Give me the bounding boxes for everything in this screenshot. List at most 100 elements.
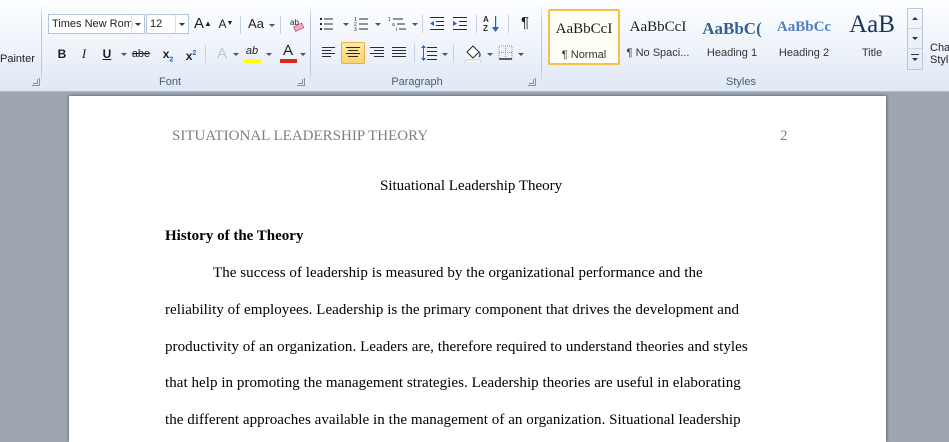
italic-button[interactable]: I — [74, 43, 94, 65]
align-right-button[interactable] — [369, 46, 385, 60]
styles-gallery: AaBbCcI ¶ Normal AaBbCcI ¶ No Spaci... A… — [546, 6, 906, 70]
toolbar-separator — [422, 15, 423, 33]
chevron-down-icon[interactable] — [269, 24, 275, 27]
chevron-down-icon[interactable] — [442, 53, 448, 56]
sort-icon: A Z — [483, 15, 499, 33]
font-size-value: 12 — [150, 18, 163, 30]
highlight-button[interactable]: ab — [242, 40, 262, 63]
format-painter-button[interactable]: Painter — [0, 53, 35, 65]
change-styles-label: Cha Styl — [930, 42, 949, 66]
underline-button[interactable]: U — [97, 43, 117, 65]
font-size-combo[interactable]: 12 — [146, 14, 189, 34]
document-title: Situational Leadership Theory — [380, 178, 563, 194]
highlighter-icon: ab — [245, 45, 259, 57]
decrease-indent-button[interactable] — [430, 16, 448, 32]
clear-formatting-button[interactable]: ab — [289, 15, 306, 32]
justify-button[interactable] — [391, 46, 407, 60]
line-spacing-button[interactable] — [421, 44, 439, 62]
font-dialog-launcher[interactable] — [297, 78, 305, 86]
clipboard-dialog-launcher[interactable] — [32, 78, 40, 86]
svg-text:A: A — [483, 15, 489, 24]
chevron-down-icon[interactable] — [266, 53, 272, 56]
font-name-combo[interactable]: Times New Rom — [48, 14, 145, 34]
strikethrough-button[interactable]: abe — [131, 43, 151, 65]
font-group-label: Font — [158, 76, 181, 88]
change-styles-button[interactable]: Cha Styl — [926, 14, 949, 72]
strikethrough-label: abe — [131, 48, 151, 60]
subscript-button[interactable]: x2 — [158, 43, 178, 65]
text-effects-button[interactable]: A — [212, 43, 232, 65]
italic-label: I — [81, 46, 87, 61]
align-center-icon — [346, 47, 360, 57]
numbering-icon: 123 — [354, 17, 368, 33]
shading-button[interactable] — [463, 43, 483, 64]
chevron-down-icon[interactable] — [375, 23, 381, 26]
pilcrow-icon: ¶ — [520, 14, 530, 31]
change-styles-label-line2: Styl — [930, 54, 949, 66]
grow-font-button[interactable]: A▲ — [193, 13, 213, 35]
chevron-down-icon[interactable] — [343, 23, 349, 26]
borders-button[interactable] — [498, 45, 514, 61]
paragraph-line: the different approaches available in th… — [165, 412, 741, 428]
line-spacing-icon — [421, 45, 437, 61]
subscript-digit: 2 — [169, 56, 174, 64]
chevron-down-icon[interactable] — [121, 53, 127, 56]
bullets-button[interactable] — [320, 16, 340, 32]
svg-text:3: 3 — [354, 27, 357, 32]
style-heading-1[interactable]: AaBbC( Heading 1 — [696, 9, 768, 65]
ribbon: Painter Times New Rom 12 A▲ A▼ Aa ab B I… — [0, 0, 949, 92]
align-left-button[interactable] — [321, 46, 337, 60]
svg-text:a: a — [392, 22, 395, 28]
superscript-digit: 2 — [192, 50, 197, 57]
group-separator — [541, 4, 542, 88]
toolbar-separator — [205, 45, 206, 63]
chevron-down-icon[interactable] — [518, 53, 524, 56]
paragraph-dialog-launcher[interactable] — [528, 78, 536, 86]
align-left-icon — [322, 47, 335, 57]
styles-gallery-scroller — [907, 8, 923, 70]
chevron-down-icon[interactable] — [131, 15, 144, 33]
show-formatting-marks-button[interactable]: ¶ — [515, 12, 535, 34]
multilevel-list-button[interactable]: 1ai — [388, 16, 410, 33]
chevron-down-icon[interactable] — [175, 15, 188, 33]
bold-button[interactable]: B — [52, 43, 72, 65]
shrink-font-icon: A — [218, 17, 227, 31]
chevron-down-icon[interactable] — [300, 53, 306, 56]
gallery-scroll-up-button[interactable] — [908, 9, 922, 29]
grow-font-icon: A — [194, 15, 205, 32]
numbering-button[interactable]: 123 — [354, 16, 374, 33]
gallery-scroll-down-button[interactable] — [908, 29, 922, 49]
font-color-button[interactable]: A — [278, 40, 298, 63]
superscript-button[interactable]: x2 — [181, 43, 201, 65]
style-heading-2[interactable]: AaBbCc Heading 2 — [768, 9, 840, 65]
style-title[interactable]: AaB Title — [836, 9, 908, 65]
style-sample: AaBbCcI — [629, 19, 687, 35]
style-no-spacing[interactable]: AaBbCcI ¶ No Spaci... — [622, 9, 694, 65]
paragraph-group-label: Paragraph — [391, 76, 443, 88]
group-separator — [41, 4, 42, 88]
style-sample: AaBbCc — [776, 19, 832, 35]
chevron-down-icon[interactable] — [487, 53, 493, 56]
toolbar-separator — [453, 44, 454, 62]
paragraph-line: The success of leadership is measured by… — [213, 265, 703, 281]
sort-button[interactable]: A Z — [483, 14, 503, 34]
multilevel-list-icon: 1ai — [388, 17, 406, 33]
font-color-swatch — [280, 59, 297, 63]
group-separator — [310, 4, 311, 88]
font-color-icon: A — [282, 42, 293, 59]
shrink-font-button[interactable]: A▼ — [216, 13, 236, 35]
increase-indent-icon — [453, 17, 467, 30]
change-styles-label-line1: Cha — [930, 42, 949, 54]
change-case-button[interactable]: Aa — [246, 13, 266, 35]
justify-icon — [392, 47, 406, 57]
paint-bucket-icon — [464, 45, 482, 64]
font-name-value: Times New Rom — [52, 18, 133, 30]
caret-down-icon: ▼ — [226, 20, 234, 27]
align-center-button[interactable] — [341, 42, 365, 64]
chevron-down-icon[interactable] — [233, 53, 239, 56]
gallery-more-button[interactable] — [908, 49, 922, 69]
chevron-down-icon[interactable] — [412, 23, 418, 26]
style-sample: AaBbC( — [702, 19, 762, 38]
increase-indent-button[interactable] — [453, 16, 471, 32]
style-normal[interactable]: AaBbCcI ¶ Normal — [548, 9, 620, 65]
